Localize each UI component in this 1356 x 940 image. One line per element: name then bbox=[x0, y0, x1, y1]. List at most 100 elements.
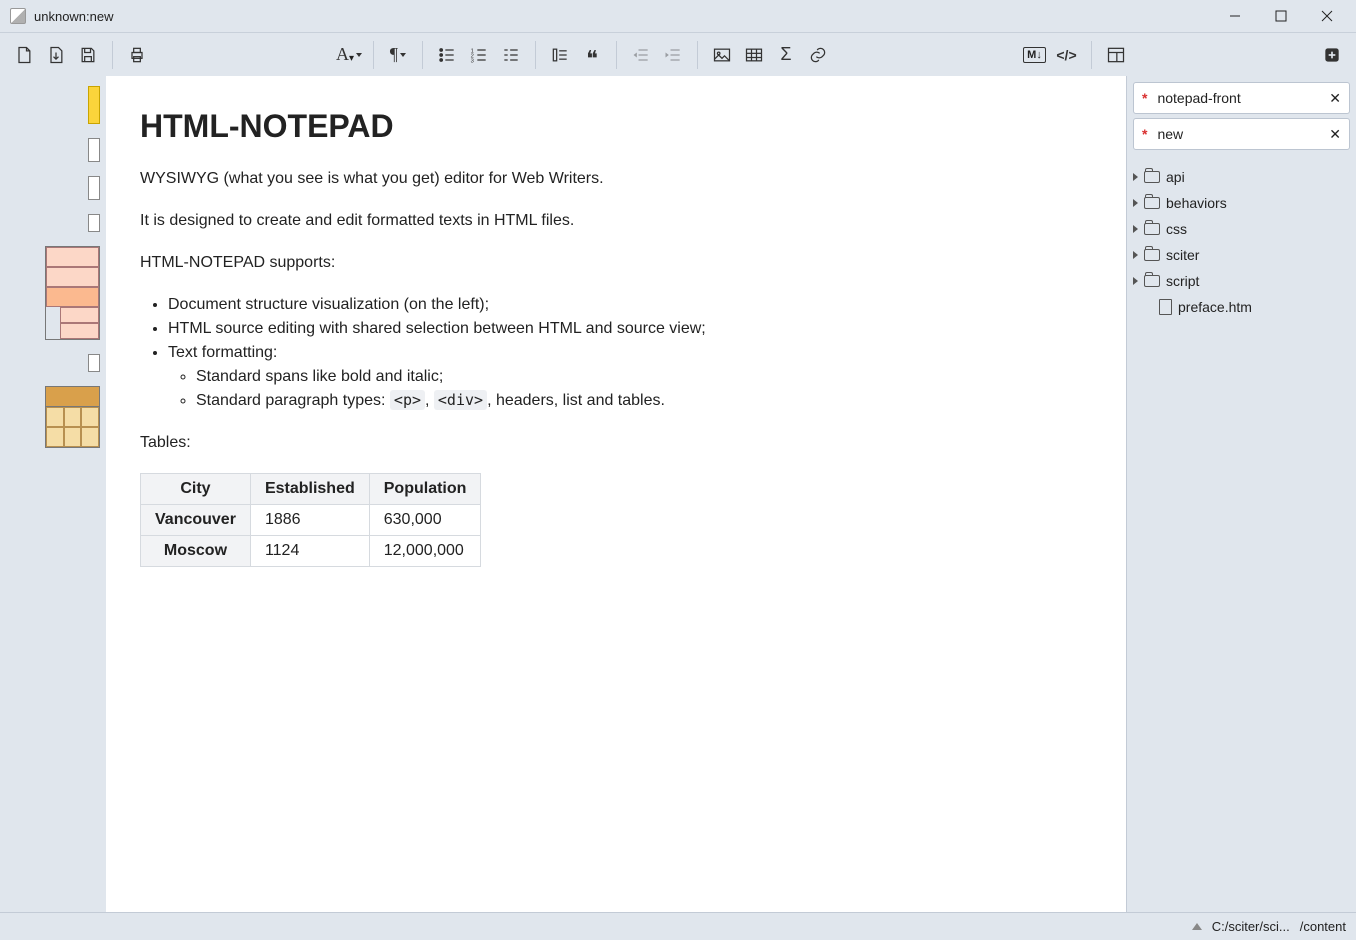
modified-indicator: * bbox=[1142, 126, 1147, 142]
minimize-button[interactable] bbox=[1212, 0, 1258, 32]
open-documents-tabs: * notepad-front ✕ * new ✕ bbox=[1127, 76, 1356, 164]
table-cell[interactable]: 1124 bbox=[250, 536, 369, 567]
list-item[interactable]: Text formatting: Standard spans like bol… bbox=[168, 341, 1092, 413]
table-header[interactable]: Population bbox=[369, 474, 481, 505]
paragraph-button[interactable]: ¶ bbox=[382, 39, 414, 71]
save-button[interactable] bbox=[72, 39, 104, 71]
unordered-list-button[interactable] bbox=[431, 39, 463, 71]
outline-block-paragraph[interactable] bbox=[88, 214, 100, 232]
outline-block-paragraph[interactable] bbox=[88, 354, 100, 372]
document-paragraph[interactable]: HTML-NOTEPAD supports: bbox=[140, 251, 1092, 275]
tree-folder[interactable]: behaviors bbox=[1133, 190, 1350, 216]
status-path-suffix[interactable]: /content bbox=[1300, 919, 1346, 934]
title-bar: unknown:new bbox=[0, 0, 1356, 32]
expand-icon bbox=[1133, 199, 1138, 207]
document-heading[interactable]: HTML-NOTEPAD bbox=[140, 108, 1092, 145]
window-title: unknown:new bbox=[34, 9, 114, 24]
outline-block-table[interactable] bbox=[45, 386, 100, 448]
tree-folder[interactable]: api bbox=[1133, 164, 1350, 190]
file-icon bbox=[1159, 299, 1172, 315]
list-item[interactable]: Document structure visualization (on the… bbox=[168, 293, 1092, 317]
table-cell[interactable]: 12,000,000 bbox=[369, 536, 481, 567]
outline-block-heading[interactable] bbox=[88, 86, 100, 124]
list-item[interactable]: Standard paragraph types: <p>, <div>, he… bbox=[196, 389, 1092, 413]
table-cell[interactable]: 630,000 bbox=[369, 505, 481, 536]
markdown-icon: M↓ bbox=[1023, 47, 1046, 63]
open-file-button[interactable] bbox=[40, 39, 72, 71]
table-row: City Established Population bbox=[141, 474, 481, 505]
code-inline: <div> bbox=[434, 390, 487, 410]
insert-link-button[interactable] bbox=[802, 39, 834, 71]
svg-text:3: 3 bbox=[471, 58, 474, 64]
toolbar: A▾ ¶ 123 ❝ Σ M↓ </> bbox=[0, 32, 1356, 76]
folder-icon bbox=[1144, 275, 1160, 287]
maximize-button[interactable] bbox=[1258, 0, 1304, 32]
editor-canvas[interactable]: HTML-NOTEPAD WYSIWYG (what you see is wh… bbox=[106, 76, 1126, 912]
table-cell[interactable]: 1886 bbox=[250, 505, 369, 536]
markdown-toggle-button[interactable]: M↓ bbox=[1019, 39, 1051, 71]
folder-icon bbox=[1144, 171, 1160, 183]
document-paragraph[interactable]: Tables: bbox=[140, 431, 1092, 455]
code-inline: <p> bbox=[390, 390, 425, 410]
insert-image-button[interactable] bbox=[706, 39, 738, 71]
sigma-icon: Σ bbox=[780, 44, 791, 65]
expand-icon bbox=[1133, 173, 1138, 181]
tab-close-button[interactable]: ✕ bbox=[1329, 90, 1341, 107]
insert-table-button[interactable] bbox=[738, 39, 770, 71]
definition-list-button[interactable] bbox=[495, 39, 527, 71]
list-item[interactable]: Standard spans like bold and italic; bbox=[196, 365, 1092, 389]
tab-label: new bbox=[1157, 126, 1329, 142]
expand-icon bbox=[1133, 251, 1138, 259]
tree-folder[interactable]: css bbox=[1133, 216, 1350, 242]
outline-block-paragraph[interactable] bbox=[88, 138, 100, 162]
document-outline-panel bbox=[0, 76, 106, 912]
table-row: Moscow 1124 12,000,000 bbox=[141, 536, 481, 567]
source-view-button[interactable]: </> bbox=[1051, 39, 1083, 71]
preformatted-button[interactable] bbox=[544, 39, 576, 71]
blockquote-button[interactable]: ❝ bbox=[576, 39, 608, 71]
tab-close-button[interactable]: ✕ bbox=[1329, 126, 1341, 143]
status-bar: C:/sciter/sci... /content bbox=[0, 912, 1356, 940]
table-row: Vancouver 1886 630,000 bbox=[141, 505, 481, 536]
ordered-list-button[interactable]: 123 bbox=[463, 39, 495, 71]
status-path[interactable]: C:/sciter/sci... bbox=[1212, 919, 1290, 934]
insert-formula-button[interactable]: Σ bbox=[770, 39, 802, 71]
expand-icon bbox=[1133, 277, 1138, 285]
list-item[interactable]: HTML source editing with shared selectio… bbox=[168, 317, 1092, 341]
folder-icon bbox=[1144, 223, 1160, 235]
side-panel: * notepad-front ✕ * new ✕ api behaviors … bbox=[1126, 76, 1356, 912]
outline-block-list[interactable] bbox=[45, 246, 100, 340]
folder-icon bbox=[1144, 197, 1160, 209]
code-icon: </> bbox=[1056, 47, 1076, 63]
tree-folder[interactable]: script bbox=[1133, 268, 1350, 294]
document-tab[interactable]: * notepad-front ✕ bbox=[1133, 82, 1350, 114]
tab-label: notepad-front bbox=[1157, 90, 1329, 106]
add-button[interactable] bbox=[1316, 39, 1348, 71]
quote-icon: ❝ bbox=[586, 46, 598, 72]
table-cell[interactable]: Vancouver bbox=[141, 505, 251, 536]
app-icon bbox=[10, 8, 26, 24]
print-button[interactable] bbox=[121, 39, 153, 71]
indent-button[interactable] bbox=[657, 39, 689, 71]
outdent-button[interactable] bbox=[625, 39, 657, 71]
tree-folder[interactable]: sciter bbox=[1133, 242, 1350, 268]
table-header[interactable]: City bbox=[141, 474, 251, 505]
expand-icon bbox=[1133, 225, 1138, 233]
tree-file[interactable]: preface.htm bbox=[1133, 294, 1350, 320]
layout-button[interactable] bbox=[1100, 39, 1132, 71]
modified-indicator: * bbox=[1142, 90, 1147, 106]
document-table[interactable]: City Established Population Vancouver 18… bbox=[140, 473, 481, 567]
table-header[interactable]: Established bbox=[250, 474, 369, 505]
folder-icon bbox=[1144, 249, 1160, 261]
document-list[interactable]: Document structure visualization (on the… bbox=[140, 293, 1092, 413]
document-tab[interactable]: * new ✕ bbox=[1133, 118, 1350, 150]
up-icon[interactable] bbox=[1192, 923, 1202, 930]
file-tree: api behaviors css sciter script preface.… bbox=[1127, 164, 1356, 320]
document-paragraph[interactable]: WYSIWYG (what you see is what you get) e… bbox=[140, 167, 1092, 191]
font-button[interactable]: A▾ bbox=[333, 39, 365, 71]
new-file-button[interactable] bbox=[8, 39, 40, 71]
close-button[interactable] bbox=[1304, 0, 1350, 32]
table-cell[interactable]: Moscow bbox=[141, 536, 251, 567]
document-paragraph[interactable]: It is designed to create and edit format… bbox=[140, 209, 1092, 233]
outline-block-paragraph[interactable] bbox=[88, 176, 100, 200]
